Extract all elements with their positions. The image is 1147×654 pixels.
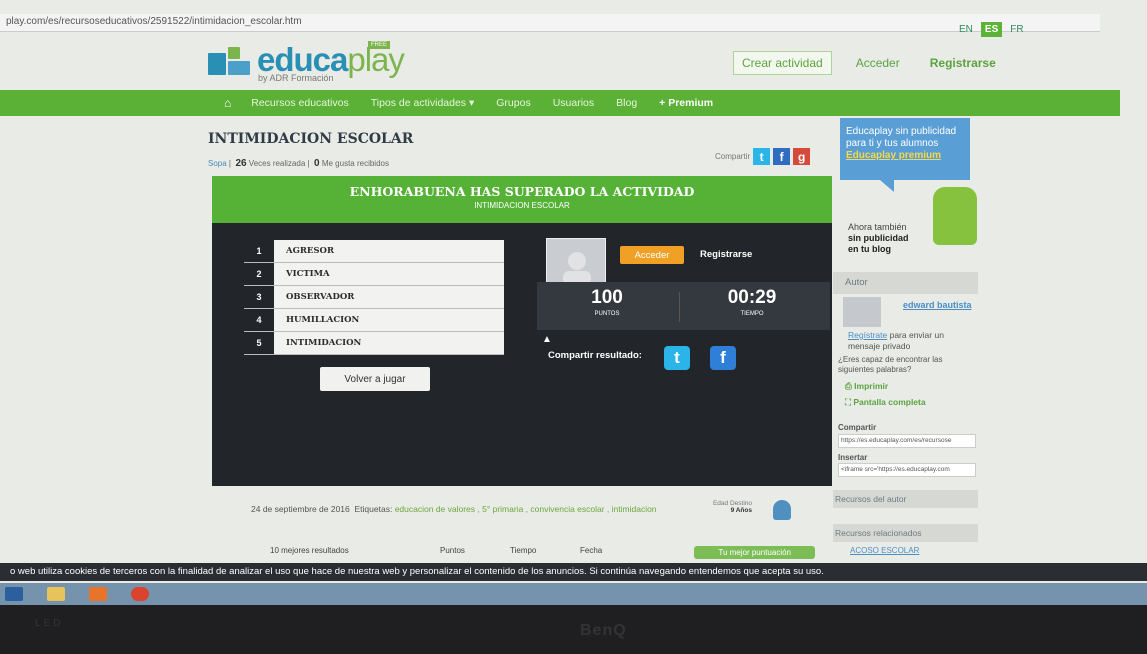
share-bar: Compartir t f g <box>715 148 811 165</box>
robot-mascot-icon <box>933 187 977 245</box>
related-resource-link[interactable]: ACOSO ESCOLAR <box>850 546 919 555</box>
author-resources-heading[interactable]: Recursos del autor <box>833 490 978 508</box>
activity-type[interactable]: Sopa <box>208 159 227 168</box>
word-list: 1 AGRESOR 2 VICTIMA 3 OBSERVADOR 4 HUMILLACI… <box>244 240 504 355</box>
educaplay-logo[interactable]: educaplay by ADR Formación FREE <box>208 41 405 83</box>
score-divider <box>679 292 680 322</box>
play-again-button[interactable]: Volver a jugar <box>320 367 430 391</box>
googleplus-share-icon[interactable]: g <box>793 148 811 165</box>
registrarse-button[interactable]: Registrarse <box>700 249 752 260</box>
browser-screen: play.com/es/recursoseducativos/2591522/i… <box>0 0 1147 610</box>
nav-recursos[interactable]: Recursos educativos <box>251 97 348 109</box>
fullscreen-link[interactable]: ⛶ Pantalla completa <box>845 397 926 408</box>
author-avatar <box>843 297 881 327</box>
url-bar[interactable]: play.com/es/recursoseducativos/2591522/i… <box>0 14 1100 32</box>
print-link[interactable]: ⎙ Imprimir <box>845 381 888 392</box>
user-avatar <box>546 238 606 286</box>
crear-actividad-button[interactable]: Crear actividad <box>733 51 832 75</box>
edad-destino: Edad Destino 9 Años <box>712 500 752 514</box>
nav-tipos[interactable]: Tipos de actividades ▾ <box>371 97 475 109</box>
points-display: 100 PUNTOS <box>591 287 623 317</box>
twitter-icon[interactable]: t <box>664 346 690 370</box>
share-label: Compartir <box>715 152 751 161</box>
result-panel: ENHORABUENA HAS SUPERADO LA ACTIVIDAD IN… <box>212 176 832 486</box>
led-label: LED <box>35 618 64 629</box>
lang-es[interactable]: ES <box>980 22 1003 37</box>
activity-meta: 24 de septiembre de 2016 Etiquetas: educ… <box>251 504 657 514</box>
share-result-label: Compartir resultado: <box>548 350 642 361</box>
monitor-bezel <box>0 605 1147 654</box>
your-best-tab[interactable]: Tu mejor puntuación <box>694 546 815 559</box>
avatar-placeholder-icon <box>563 252 591 285</box>
autor-heading: Autor <box>833 272 978 294</box>
free-badge: FREE <box>368 41 391 49</box>
insertar-label: Insertar <box>838 453 868 462</box>
compartir-url-field[interactable]: https://es.educaplay.com/es/recursose <box>838 434 976 448</box>
register-message: Regístrate para enviar un mensaje privad… <box>848 330 944 351</box>
insertar-code-field[interactable]: <iframe src='https://es.educaplay.com <box>838 463 976 477</box>
score-box: 100 PUNTOS 00:29 TIEMPO <box>537 282 830 330</box>
activity-stats: Sopa | 26 Veces realizada | 0 Me gusta r… <box>208 158 389 169</box>
congrats-banner: ENHORABUENA HAS SUPERADO LA ACTIVIDAD IN… <box>212 176 832 223</box>
word-row: 5 INTIMIDACION <box>244 332 504 355</box>
register-link[interactable]: Regístrate <box>848 330 887 340</box>
page-title: INTIMIDACION ESCOLAR <box>208 131 414 147</box>
logo-text: educaplay <box>257 41 405 78</box>
nav-grupos[interactable]: Grupos <box>496 97 530 109</box>
media-player-icon[interactable] <box>89 587 107 601</box>
taskbar <box>0 583 1147 605</box>
find-words-question: ¿Eres capaz de encontrar las siguientes … <box>838 355 943 374</box>
nav-premium[interactable]: + Premium <box>659 97 713 109</box>
chrome-icon[interactable] <box>131 587 149 601</box>
nav-usuarios[interactable]: Usuarios <box>553 97 594 109</box>
cookie-banner: o web utiliza cookies de terceros con la… <box>0 563 1147 581</box>
child-icon <box>773 500 791 520</box>
registrarse-link[interactable]: Registrarse <box>930 56 996 70</box>
top-nav: Crear actividad Acceder Registrarse <box>733 51 996 75</box>
lang-en[interactable]: EN <box>955 22 977 37</box>
acceder-link[interactable]: Acceder <box>856 56 900 70</box>
related-resources-heading: Recursos relacionados <box>833 524 978 542</box>
language-switcher: EN ES FR <box>955 22 1028 37</box>
folder-icon[interactable] <box>47 587 65 601</box>
twitter-share-icon[interactable]: t <box>753 148 771 165</box>
word-row: 3 OBSERVADOR <box>244 286 504 309</box>
acceder-button[interactable]: Acceder <box>620 246 684 264</box>
monitor-brand: BenQ <box>580 622 627 639</box>
logo-mark-icon <box>208 45 253 75</box>
nav-blog[interactable]: Blog <box>616 97 637 109</box>
word-row: 1 AGRESOR <box>244 240 504 263</box>
ad-bubble-tail <box>880 180 894 192</box>
compartir-label: Compartir <box>838 423 877 432</box>
main-nav: ⌂ Recursos educativos Tipos de actividad… <box>0 90 1120 116</box>
word-row: 2 VICTIMA <box>244 263 504 286</box>
facebook-icon[interactable]: f <box>710 346 736 370</box>
time-display: 00:29 TIEMPO <box>727 287 777 317</box>
mouse-cursor-icon: ▲ <box>542 334 552 345</box>
home-icon[interactable]: ⌂ <box>224 96 231 110</box>
author-name-link[interactable]: edward bautista <box>903 300 972 310</box>
premium-ad[interactable]: Educaplay sin publicidad para ti y tus a… <box>840 118 970 180</box>
word-row: 4 HUMILLACION <box>244 309 504 332</box>
facebook-share-icon[interactable]: f <box>773 148 791 165</box>
logo-subtitle: by ADR Formación <box>258 73 334 83</box>
tags-links[interactable]: educacion de valores , 5° primaria , con… <box>395 504 657 514</box>
no-ads-text: Ahora también sin publicidad en tu blog <box>848 222 909 254</box>
lang-fr[interactable]: FR <box>1006 22 1027 37</box>
results-table-header: 10 mejores resultados Puntos Tiempo Fech… <box>270 546 815 559</box>
start-icon[interactable] <box>5 587 23 601</box>
